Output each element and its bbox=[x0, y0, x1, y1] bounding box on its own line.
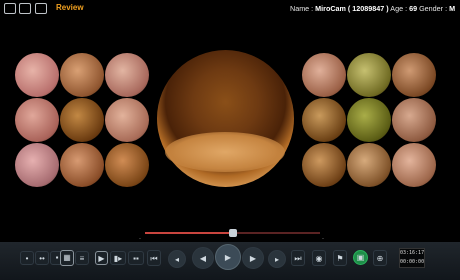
forward-button[interactable]: ▶ bbox=[242, 247, 264, 269]
main-endoscopy-view[interactable] bbox=[157, 50, 294, 187]
chat-icon[interactable] bbox=[35, 3, 47, 14]
left-thumbnail-2[interactable] bbox=[60, 53, 104, 97]
camera-icon[interactable]: ◉ bbox=[312, 250, 326, 266]
left-thumbnail-9[interactable] bbox=[105, 143, 149, 187]
view-single-button[interactable]: • bbox=[20, 251, 34, 265]
top-bar: Review Name : MiroCam ( 12089847 ) Age :… bbox=[0, 0, 460, 18]
play-button[interactable]: ▶ bbox=[215, 244, 241, 270]
right-thumbnail-4[interactable] bbox=[302, 98, 346, 142]
view-double-button[interactable]: •• bbox=[35, 251, 49, 265]
right-thumbnail-2[interactable] bbox=[347, 53, 391, 97]
right-thumbnail-1[interactable] bbox=[302, 53, 346, 97]
loop-mode-button[interactable]: ▪▪ bbox=[128, 251, 144, 265]
left-thumbnail-8[interactable] bbox=[60, 143, 104, 187]
left-thumbnail-5[interactable] bbox=[60, 98, 104, 142]
right-thumbnail-8[interactable] bbox=[347, 143, 391, 187]
age-label: Age : bbox=[390, 4, 408, 13]
left-thumbnail-1[interactable] bbox=[15, 53, 59, 97]
right-thumbnail-9[interactable] bbox=[392, 143, 436, 187]
gender-value: M bbox=[449, 4, 456, 13]
view-list-button[interactable]: ≡ bbox=[75, 251, 89, 265]
list-icon[interactable] bbox=[19, 3, 31, 14]
capture-button[interactable]: ▣ bbox=[353, 250, 368, 265]
review-tab[interactable]: Review bbox=[56, 3, 84, 12]
gender-label: Gender : bbox=[419, 4, 448, 13]
slow-rewind-button[interactable]: ◂ bbox=[168, 250, 186, 268]
flag-icon[interactable]: ⚑ bbox=[333, 250, 347, 266]
timecode-display: 03:16:17 00:00:00 bbox=[399, 248, 425, 268]
age-value: 69 bbox=[409, 4, 418, 13]
timeline-handle[interactable] bbox=[228, 229, 237, 237]
step-mode-button[interactable]: ▮▸ bbox=[110, 251, 126, 265]
right-thumbnail-5[interactable] bbox=[347, 98, 391, 142]
name-value: MiroCam ( 12089847 ) bbox=[315, 4, 389, 13]
home-icon[interactable] bbox=[4, 3, 16, 14]
right-thumbnail-7[interactable] bbox=[302, 143, 346, 187]
name-label: Name : bbox=[290, 4, 314, 13]
play-mode-button[interactable]: ▶ bbox=[95, 251, 108, 265]
timeline-progress bbox=[145, 232, 233, 234]
go-end-button[interactable]: ⏭ bbox=[291, 250, 305, 266]
left-thumbnail-4[interactable] bbox=[15, 98, 59, 142]
timecode-line1: 03:16:17 bbox=[400, 250, 425, 256]
zoom-icon[interactable]: ⊕ bbox=[373, 250, 387, 266]
patient-info: Name : MiroCam ( 12089847 ) Age : 69 Gen… bbox=[290, 4, 455, 13]
view-grid-button[interactable]: ▦ bbox=[60, 250, 74, 266]
control-bar: • •• ▪ ▦ ≡ ▶ ▮▸ ▪▪ ⏮ ◂ ◀ ▶ ▶ ▸ ⏭ ◉ ⚑ ▣ ⊕ bbox=[0, 242, 460, 280]
timecode-line2: 00:00:00 bbox=[400, 259, 425, 265]
left-thumbnail-6[interactable] bbox=[105, 98, 149, 142]
right-thumbnail-3[interactable] bbox=[392, 53, 436, 97]
go-start-button[interactable]: ⏮ bbox=[147, 250, 161, 266]
right-thumbnail-6[interactable] bbox=[392, 98, 436, 142]
left-thumbnail-7[interactable] bbox=[15, 143, 59, 187]
left-thumbnail-3[interactable] bbox=[105, 53, 149, 97]
slow-forward-button[interactable]: ▸ bbox=[268, 250, 286, 268]
rewind-button[interactable]: ◀ bbox=[192, 247, 214, 269]
